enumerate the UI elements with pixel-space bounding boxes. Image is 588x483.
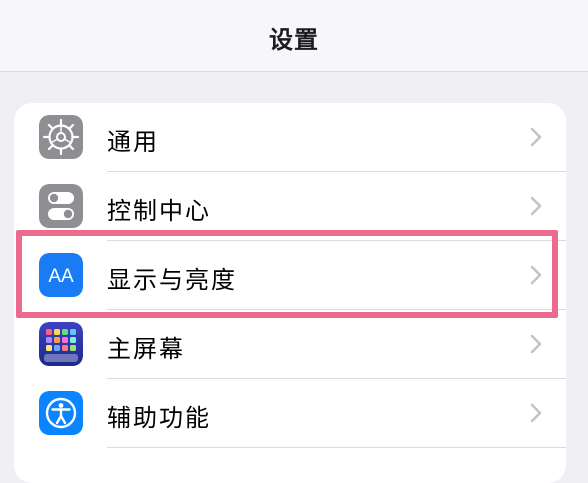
settings-item-label: 辅助功能 <box>107 404 211 432</box>
settings-item-label: 通用 <box>107 128 159 156</box>
page-title: 设置 <box>269 26 319 54</box>
chevron-right-icon <box>530 127 542 147</box>
home-screen-icon <box>39 322 83 366</box>
settings-item-control-center[interactable]: 控制中心 <box>14 172 566 241</box>
settings-item-label: 控制中心 <box>107 197 211 225</box>
text-size-icon: AA <box>39 253 83 297</box>
settings-item-display-brightness[interactable]: AA 显示与亮度 <box>14 241 566 310</box>
gear-icon <box>39 115 83 159</box>
settings-item-label: 主屏幕 <box>107 335 185 363</box>
chevron-right-icon <box>530 403 542 423</box>
chevron-right-icon <box>530 196 542 216</box>
chevron-right-icon <box>530 334 542 354</box>
icon-text: AA <box>48 266 74 287</box>
settings-item-general[interactable]: 通用 <box>14 103 566 172</box>
settings-item-home-screen[interactable]: 主屏幕 <box>14 310 566 379</box>
settings-item-label: 显示与亮度 <box>107 266 237 294</box>
settings-item-accessibility[interactable]: 辅助功能 <box>14 379 566 448</box>
chevron-right-icon <box>530 265 542 285</box>
navigation-bar: 设置 <box>0 0 588 72</box>
settings-list: 通用 控制中心 AA 显示与亮度 主屏幕 辅助功能 <box>14 103 566 483</box>
toggles-icon <box>39 184 83 228</box>
accessibility-icon <box>39 391 83 435</box>
row-separator <box>107 447 566 448</box>
